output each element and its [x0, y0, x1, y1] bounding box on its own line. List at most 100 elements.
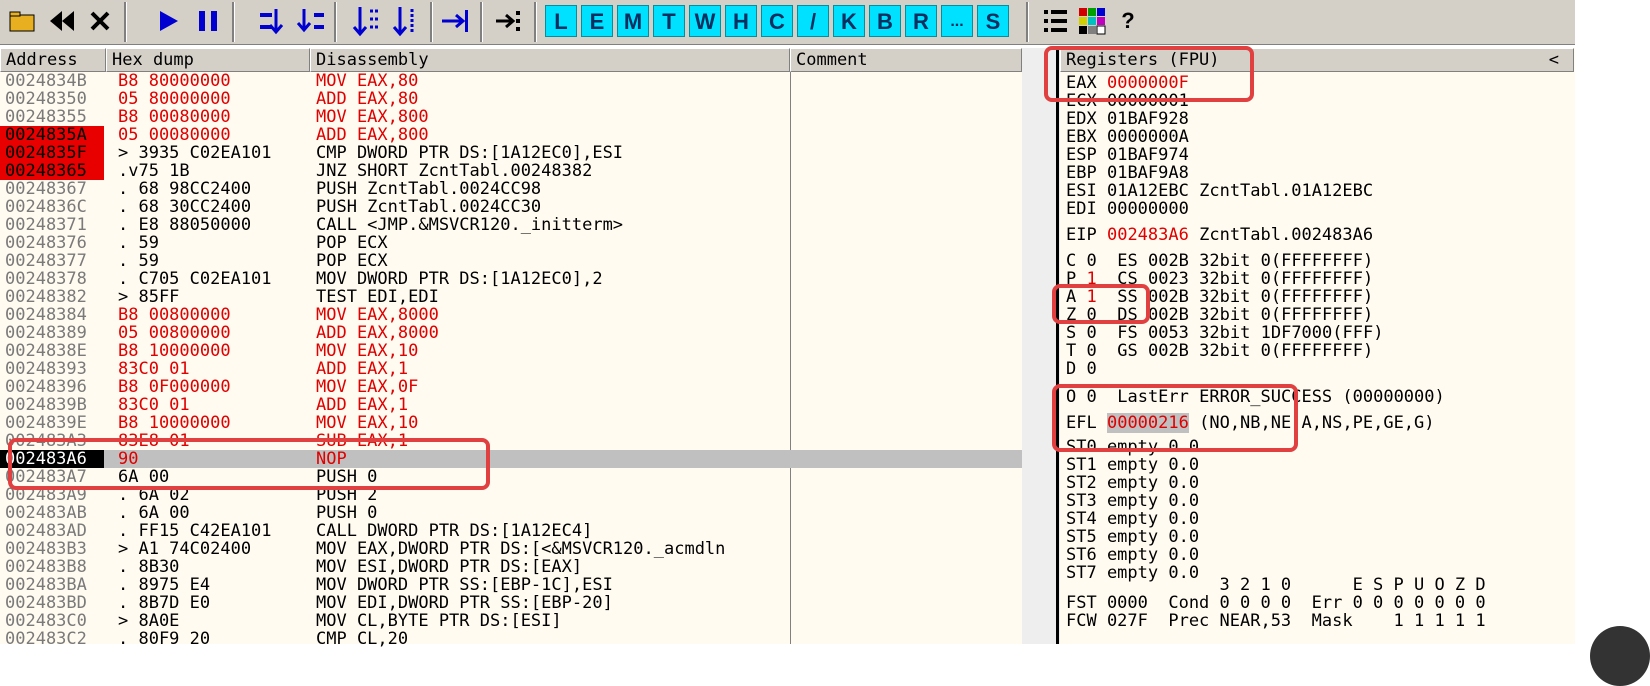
hex-cell[interactable]: > 3935 C02EA101: [108, 144, 306, 162]
flag-row[interactable]: S 0 FS 0053 32bit 1DF7000(FFF): [1066, 324, 1383, 342]
address-cell[interactable]: 00248384: [0, 306, 104, 324]
table-row[interactable]: 002483B8. 8B30 MOV ESI,DWORD PTR DS:[EAX]: [0, 558, 1022, 576]
disassembly-cell[interactable]: MOV EAX,10: [314, 342, 786, 360]
fpu-st-row[interactable]: ST5 empty 0.0: [1066, 528, 1199, 546]
grid-icon[interactable]: [1076, 5, 1108, 37]
address-cell[interactable]: 00248393: [0, 360, 104, 378]
trace-over-icon[interactable]: [390, 5, 422, 37]
trace-into-icon[interactable]: [350, 5, 382, 37]
hex-cell[interactable]: .v75 1B: [108, 162, 306, 180]
disassembly-cell[interactable]: CALL DWORD PTR DS:[1A12EC4]: [314, 522, 786, 540]
run-trace-button[interactable]: ...: [941, 5, 973, 37]
address-cell[interactable]: 0024835F: [0, 144, 104, 162]
table-row[interactable]: 0024839B 83C0 01 ADD EAX,1: [0, 396, 1022, 414]
address-cell[interactable]: 00248371: [0, 216, 104, 234]
address-cell[interactable]: 00248367: [0, 180, 104, 198]
hex-cell[interactable]: > 85FF: [108, 288, 306, 306]
disassembly-cell[interactable]: MOV DWORD PTR SS:[EBP-1C],ESI: [314, 576, 786, 594]
fpu-status-word[interactable]: FST 0000 Cond 0 0 0 0 Err 0 0 0 0 0 0 0: [1066, 594, 1486, 612]
table-row[interactable]: 0024834B B8 80000000 MOV EAX,80: [0, 72, 1022, 90]
table-row[interactable]: 00248382 > 85FF TEST EDI,EDI: [0, 288, 1022, 306]
source-button[interactable]: S: [977, 5, 1009, 37]
hex-cell[interactable]: B8 00080000: [108, 108, 306, 126]
open-icon[interactable]: [6, 5, 38, 37]
table-row[interactable]: 00248377. 59 POP ECX: [0, 252, 1022, 270]
fpu-st-row[interactable]: ST6 empty 0.0: [1066, 546, 1199, 564]
hex-cell[interactable]: 83C0 01: [108, 360, 306, 378]
table-row[interactable]: 00248355 B8 00080000 MOV EAX,800: [0, 108, 1022, 126]
hex-cell[interactable]: 83C0 01: [108, 396, 306, 414]
fpu-control-word[interactable]: FCW 027F Prec NEAR,53 Mask 1 1 1 1 1: [1066, 612, 1486, 630]
disassembly-cell[interactable]: MOV EAX,80: [314, 72, 786, 90]
hex-cell[interactable]: . 68 98CC2400: [108, 180, 306, 198]
hex-cell[interactable]: > 8A0E: [108, 612, 306, 630]
hex-cell[interactable]: . 59: [108, 252, 306, 270]
disassembly-cell[interactable]: MOV EAX,8000: [314, 306, 786, 324]
address-cell[interactable]: 00248396: [0, 378, 104, 396]
register-esp[interactable]: ESP 01BAF974: [1066, 146, 1189, 164]
hex-cell[interactable]: . 8975 E4: [108, 576, 306, 594]
pause-icon[interactable]: [192, 5, 224, 37]
hex-cell[interactable]: . 8B7D E0: [108, 594, 306, 612]
disassembly-cell[interactable]: MOV EAX,10: [314, 414, 786, 432]
disassembly-cell[interactable]: CMP CL,20: [314, 630, 786, 648]
close-icon[interactable]: [84, 5, 116, 37]
table-row[interactable]: 002483C0 > 8A0E MOV CL,BYTE PTR DS:[ESI]: [0, 612, 1022, 630]
table-row[interactable]: 0024835A 05 00080000 ADD EAX,800: [0, 126, 1022, 144]
run-icon[interactable]: [152, 5, 184, 37]
hex-cell[interactable]: . E8 88050000: [108, 216, 306, 234]
step-into-icon[interactable]: [256, 5, 288, 37]
disassembly-cell[interactable]: CALL <JMP.&MSVCR120._initterm>: [314, 216, 786, 234]
registers-pane[interactable]: EAX 0000000F ECX 00000001 EDX 01BAF928 E…: [1060, 72, 1574, 644]
rewind-icon[interactable]: [46, 5, 78, 37]
address-cell[interactable]: 002483AD: [0, 522, 104, 540]
register-edi[interactable]: EDI 00000000: [1066, 200, 1189, 218]
patches-button[interactable]: /: [797, 5, 829, 37]
register-esi[interactable]: ESI 01A12EBC ZcntTabl.01A12EBC: [1066, 182, 1373, 200]
address-cell[interactable]: 002483C2: [0, 630, 104, 648]
disassembly-cell[interactable]: MOV DWORD PTR DS:[1A12EC0],2: [314, 270, 786, 288]
address-cell[interactable]: 00248382: [0, 288, 104, 306]
hex-cell[interactable]: B8 00800000: [108, 306, 306, 324]
disassembly-cell[interactable]: MOV EAX,DWORD PTR DS:[<&MSVCR120._acmdln: [314, 540, 786, 558]
list-icon[interactable]: [1040, 5, 1072, 37]
flag-row[interactable]: D 0: [1066, 360, 1148, 378]
table-row[interactable]: 00248393 83C0 01 ADD EAX,1: [0, 360, 1022, 378]
register-eip[interactable]: EIP 002483A6 ZcntTabl.002483A6: [1066, 226, 1373, 244]
hex-cell[interactable]: . C705 C02EA101: [108, 270, 306, 288]
table-row[interactable]: 00248367. 68 98CC2400 PUSH ZcntTabl.0024C…: [0, 180, 1022, 198]
disassembly-cell[interactable]: ADD EAX,80: [314, 90, 786, 108]
disassembly-cell[interactable]: PUSH ZcntTabl.0024CC30: [314, 198, 786, 216]
table-row[interactable]: 00248389 05 00800000 ADD EAX,8000: [0, 324, 1022, 342]
hex-cell[interactable]: 05 00800000: [108, 324, 306, 342]
register-ebp[interactable]: EBP 01BAF9A8: [1066, 164, 1189, 182]
pane-splitter[interactable]: [1022, 48, 1060, 644]
address-cell[interactable]: 002483B8: [0, 558, 104, 576]
table-row[interactable]: 002483AB. 6A 00 PUSH 0: [0, 504, 1022, 522]
fpu-st-row[interactable]: ST3 empty 0.0: [1066, 492, 1199, 510]
table-row[interactable]: 002483C2. 80F9 20 CMP CL,20: [0, 630, 1022, 648]
disassembly-cell[interactable]: MOV EAX,0F: [314, 378, 786, 396]
register-edx[interactable]: EDX 01BAF928: [1066, 110, 1189, 128]
flag-row[interactable]: C 0 ES 002B 32bit 0(FFFFFFFF): [1066, 252, 1373, 270]
address-cell[interactable]: 002483BA: [0, 576, 104, 594]
address-cell[interactable]: 0024839B: [0, 396, 104, 414]
hex-cell[interactable]: 05 00080000: [108, 126, 306, 144]
fpu-st-row[interactable]: ST1 empty 0.0: [1066, 456, 1199, 474]
hex-cell[interactable]: . 68 30CC2400: [108, 198, 306, 216]
hex-cell[interactable]: . 59: [108, 234, 306, 252]
references-button[interactable]: R: [905, 5, 937, 37]
flag-row[interactable]: T 0 GS 002B 32bit 0(FFFFFFFF): [1066, 342, 1373, 360]
address-cell[interactable]: 002483C0: [0, 612, 104, 630]
disassembly-cell[interactable]: PUSH ZcntTabl.0024CC98: [314, 180, 786, 198]
address-column-header[interactable]: Address: [0, 48, 106, 72]
table-row[interactable]: 0024836C. 68 30CC2400 PUSH ZcntTabl.0024C…: [0, 198, 1022, 216]
hex-cell[interactable]: B8 0F000000: [108, 378, 306, 396]
fpu-st-row[interactable]: ST2 empty 0.0: [1066, 474, 1199, 492]
table-row[interactable]: 002483AD. FF15 C42EA101 CALL DWORD PTR DS…: [0, 522, 1022, 540]
hex-cell[interactable]: . 8B30: [108, 558, 306, 576]
go-to-icon[interactable]: [494, 5, 526, 37]
address-cell[interactable]: 0024835A: [0, 126, 104, 144]
address-cell[interactable]: 00248377: [0, 252, 104, 270]
hexdump-column-header[interactable]: Hex dump: [106, 48, 310, 72]
